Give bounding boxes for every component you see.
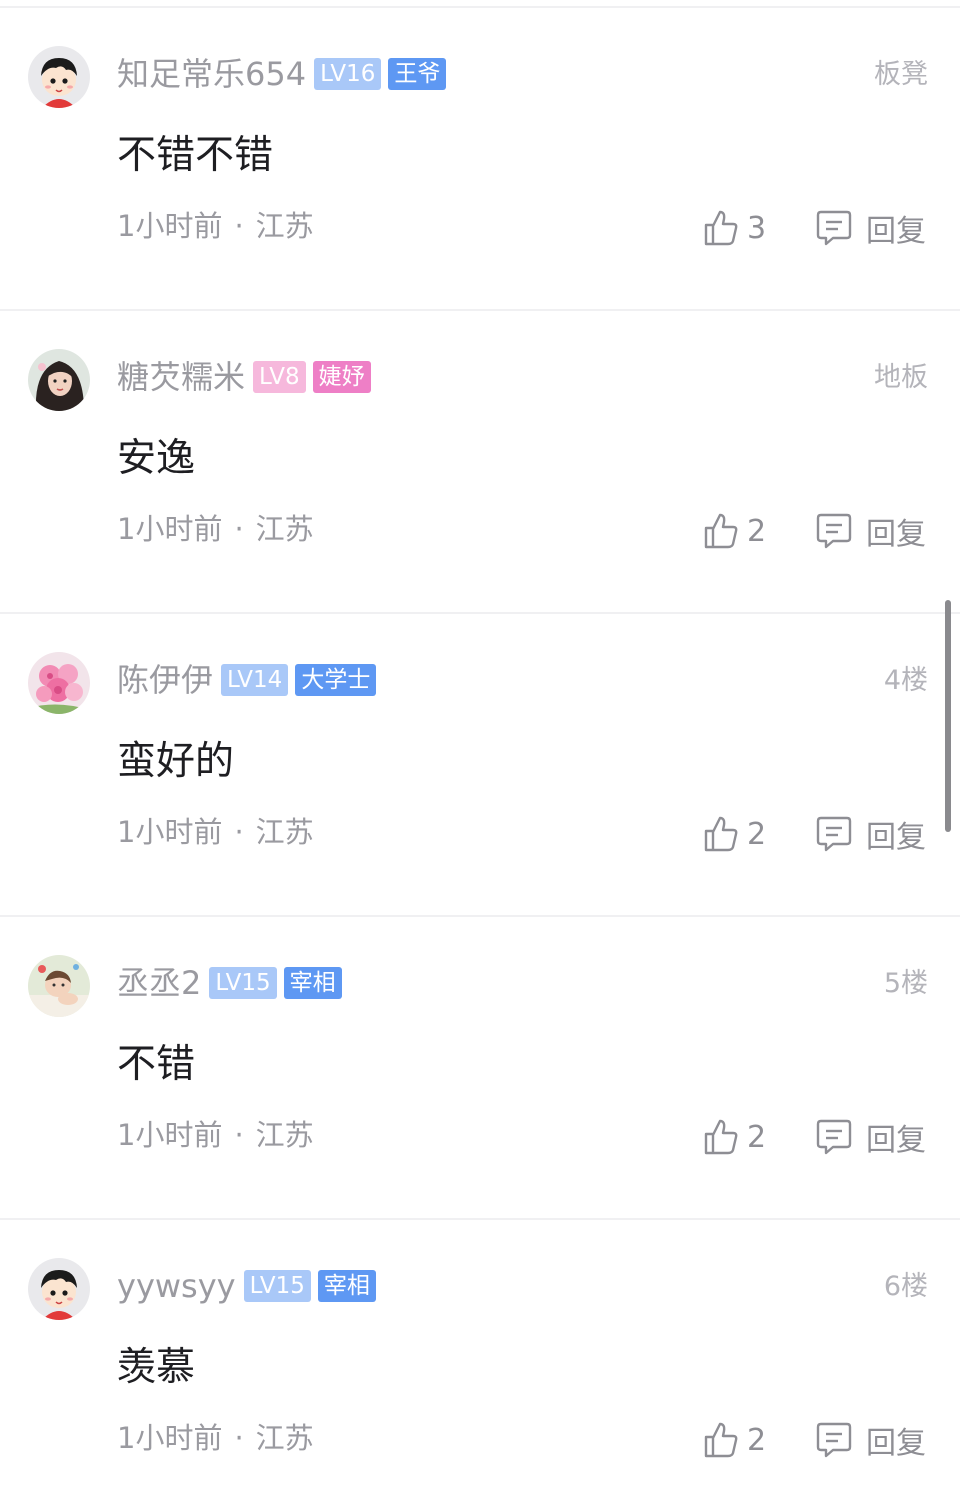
comment-time: 1小时前 [117, 815, 223, 849]
comment-meta: 1小时前 · 江苏 [117, 206, 314, 246]
comment-text: 安逸 [117, 436, 196, 481]
comment-item: 知足常乐654 LV16 王爷 板凳 不错不错 1小时前 · 江苏 3 回复 [0, 8, 960, 311]
comment-item: 糖芡糯米 LV8 婕妤 地板 安逸 1小时前 · 江苏 2 回复 [0, 311, 960, 614]
reply-bubble-icon [816, 1119, 852, 1155]
floor-label: 6楼 [883, 1271, 928, 1302]
baby-photo-avatar-icon [28, 955, 90, 1017]
like-count: 3 [747, 210, 767, 246]
title-badge: 宰相 [317, 1270, 376, 1302]
avatar[interactable] [28, 1258, 90, 1320]
comment-time: 1小时前 [117, 1421, 223, 1455]
comment-item: yywsyy LV15 宰相 6楼 羡慕 1小时前 · 江苏 2 回复 [0, 1220, 960, 1494]
comment-time: 1小时前 [117, 512, 223, 546]
comment-meta: 1小时前 · 江苏 [117, 509, 314, 549]
reply-bubble-icon [816, 816, 852, 852]
comment-header: 糖芡糯米 LV8 婕妤 [117, 357, 378, 397]
like-button[interactable]: 3 [703, 206, 766, 250]
reply-button[interactable]: 回复 [816, 812, 926, 856]
comment-meta: 1小时前 · 江苏 [117, 1418, 314, 1458]
avatar[interactable] [28, 349, 90, 411]
comment-location: 江苏 [255, 1421, 314, 1455]
level-badge: LV15 [243, 1270, 311, 1302]
floor-label: 5楼 [883, 968, 928, 999]
reply-label: 回复 [866, 517, 926, 552]
level-badge: LV16 [314, 58, 382, 90]
meta-separator: · [234, 1421, 244, 1455]
scrollbar-thumb[interactable] [945, 600, 951, 832]
comment-header: yywsyy LV15 宰相 [117, 1266, 383, 1306]
comment-header: 知足常乐654 LV16 王爷 [117, 54, 453, 94]
reply-bubble-icon [816, 513, 852, 549]
like-button[interactable]: 2 [703, 812, 766, 856]
cartoon-boy-avatar-icon [28, 1258, 90, 1320]
thumbs-up-icon [704, 513, 738, 549]
reply-bubble-icon [816, 210, 852, 246]
reply-bubble-icon [816, 1422, 852, 1458]
comment-text: 不错 [117, 1042, 196, 1087]
title-badge: 婕妤 [312, 361, 371, 393]
reply-button[interactable]: 回复 [816, 509, 926, 553]
like-count: 2 [747, 513, 767, 549]
thumbs-up-icon [704, 1119, 738, 1155]
comment-meta: 1小时前 · 江苏 [117, 1115, 314, 1155]
meta-separator: · [234, 815, 244, 849]
username[interactable]: yywsyy [117, 1266, 236, 1306]
reply-button[interactable]: 回复 [816, 1418, 926, 1462]
avatar[interactable] [28, 652, 90, 714]
level-badge: LV14 [221, 664, 289, 696]
thumbs-up-icon [704, 1422, 738, 1458]
pink-flower-avatar-icon [28, 652, 90, 714]
comment-location: 江苏 [255, 512, 314, 546]
like-button[interactable]: 2 [703, 1115, 766, 1159]
comment-location: 江苏 [255, 1118, 314, 1152]
comment-text: 不错不错 [117, 133, 274, 178]
comment-location: 江苏 [255, 209, 314, 243]
thumbs-up-icon [704, 816, 738, 852]
reply-button[interactable]: 回复 [816, 206, 926, 250]
comment-text: 蛮好的 [117, 739, 235, 784]
comment-item: 陈伊伊 LV14 大学士 4楼 蛮好的 1小时前 · 江苏 2 回复 [0, 614, 960, 917]
meta-separator: · [234, 209, 244, 243]
comment-text: 羡慕 [117, 1345, 196, 1390]
avatar[interactable] [28, 46, 90, 108]
title-badge: 宰相 [283, 967, 342, 999]
title-badge: 大学士 [295, 664, 377, 696]
meta-separator: · [234, 1118, 244, 1152]
comment-header: 陈伊伊 LV14 大学士 [117, 660, 383, 700]
comment-meta: 1小时前 · 江苏 [117, 812, 314, 852]
like-count: 2 [747, 1119, 767, 1155]
girl-photo-avatar-icon [28, 349, 90, 411]
comment-location: 江苏 [255, 815, 314, 849]
username[interactable]: 知足常乐654 [117, 54, 306, 94]
floor-label: 4楼 [883, 665, 928, 696]
like-button[interactable]: 2 [703, 1418, 766, 1462]
reply-label: 回复 [866, 214, 926, 249]
level-badge: LV8 [253, 361, 306, 393]
floor-label: 地板 [874, 362, 928, 393]
username[interactable]: 糖芡糯米 [117, 357, 245, 397]
like-button[interactable]: 2 [703, 509, 766, 553]
comment-item: 丞丞2 LV15 宰相 5楼 不错 1小时前 · 江苏 2 回复 [0, 917, 960, 1220]
username[interactable]: 陈伊伊 [117, 660, 213, 700]
username[interactable]: 丞丞2 [117, 963, 201, 1003]
thumbs-up-icon [704, 210, 738, 246]
comment-list-page: 知足常乐654 LV16 王爷 板凳 不错不错 1小时前 · 江苏 3 回复 糖… [0, 0, 960, 1494]
comment-header: 丞丞2 LV15 宰相 [117, 963, 349, 1003]
comment-time: 1小时前 [117, 1118, 223, 1152]
like-count: 2 [747, 1422, 767, 1458]
cartoon-boy-avatar-icon [28, 46, 90, 108]
level-badge: LV15 [209, 967, 277, 999]
meta-separator: · [234, 512, 244, 546]
like-count: 2 [747, 816, 767, 852]
reply-button[interactable]: 回复 [816, 1115, 926, 1159]
reply-label: 回复 [866, 820, 926, 855]
avatar[interactable] [28, 955, 90, 1017]
reply-label: 回复 [866, 1123, 926, 1158]
title-badge: 王爷 [388, 58, 447, 90]
comment-time: 1小时前 [117, 209, 223, 243]
reply-label: 回复 [866, 1426, 926, 1461]
floor-label: 板凳 [874, 59, 928, 90]
